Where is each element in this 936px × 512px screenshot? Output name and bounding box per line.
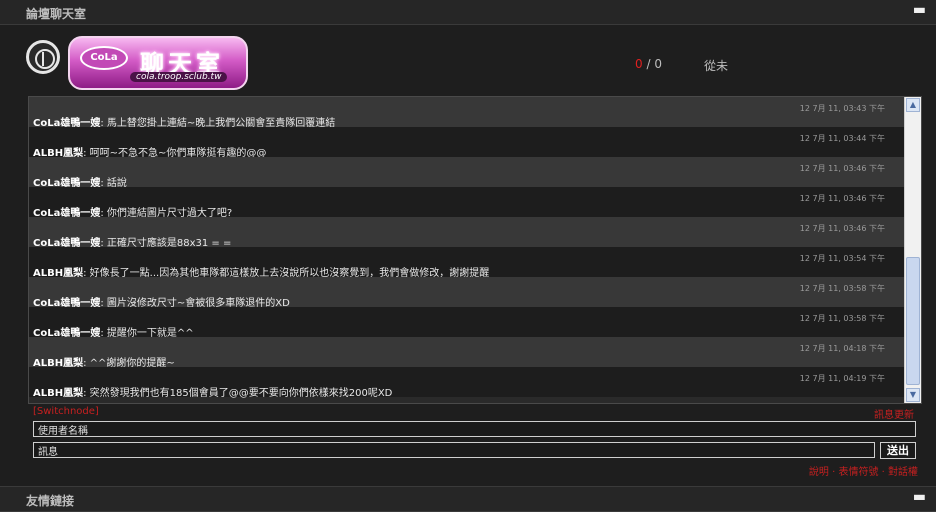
chat-footer-links: 說明 · 表情符號 · 對話權 bbox=[809, 463, 918, 478]
message-timestamp: 12 7月 11, 03:58 下午 bbox=[799, 314, 885, 323]
username-input[interactable] bbox=[33, 421, 916, 437]
permissions-link[interactable]: 對話權 bbox=[888, 467, 918, 478]
chat-message-list[interactable]: 12 7月 11, 03:43 下午 CoLa雄鴨一嫂: 馬上替您掛上連結~晚上我… bbox=[28, 96, 922, 404]
chat-message: 12 7月 11, 04:19 下午 ALBH凰梨: 突然發現我們也有185個會員… bbox=[29, 367, 905, 399]
message-timestamp: 12 7月 11, 03:46 下午 bbox=[799, 164, 885, 173]
chat-message: 12 7月 11, 04:18 下午 ALBH凰梨: ^^謝謝你的提醒~ bbox=[29, 337, 905, 369]
message-timestamp: 12 7月 11, 03:44 下午 bbox=[799, 134, 885, 143]
message-timestamp: 12 7月 11, 03:46 下午 bbox=[799, 194, 885, 203]
counter-total: 0 bbox=[654, 57, 662, 71]
message-timestamp: 12 7月 11, 03:58 下午 bbox=[799, 284, 885, 293]
counter-separator: / bbox=[646, 57, 651, 71]
troop-emblem-icon bbox=[26, 40, 60, 74]
scroll-thumb[interactable] bbox=[906, 257, 920, 385]
message-update-link[interactable]: 訊息更新 bbox=[874, 406, 914, 421]
chat-panel-header: 論壇聊天室 ▬ bbox=[0, 0, 936, 25]
chat-panel-title: 論壇聊天室 bbox=[26, 7, 87, 21]
chat-logo: CoLa 聊天室 cola.troop.sclub.tw bbox=[24, 36, 254, 90]
chat-scrollbar[interactable]: ▲ ▼ bbox=[904, 97, 921, 403]
message-timestamp: 12 7月 11, 04:19 下午 bbox=[799, 374, 885, 383]
message-timestamp: 12 7月 11, 03:46 下午 bbox=[799, 224, 885, 233]
links-panel-header: 友情鏈接 ▬ bbox=[0, 486, 936, 512]
help-link[interactable]: 說明 bbox=[809, 467, 829, 478]
send-button[interactable]: 送出 bbox=[880, 442, 916, 459]
scroll-down-icon[interactable]: ▼ bbox=[906, 388, 920, 402]
message-input[interactable] bbox=[33, 442, 875, 458]
message-line: ALBH凰梨: 突然發現我們也有185個會員了@@要不要向你們依樣來找200呢X… bbox=[33, 384, 392, 399]
chatroom-banner: CoLa 聊天室 cola.troop.sclub.tw bbox=[68, 36, 248, 90]
message-timestamp: 12 7月 11, 03:54 下午 bbox=[799, 254, 885, 263]
switchnode-label[interactable]: [Switchnode] bbox=[33, 406, 99, 417]
chat-message: 12 7月 11, 03:46 下午 CoLa雄鴨一嫂: 你們連結圖片尺寸過大了吧… bbox=[29, 187, 905, 219]
message-counter: 0 / 0 bbox=[635, 57, 662, 71]
links-panel-title: 友情鏈接 bbox=[26, 494, 75, 508]
cola-logo-text: CoLa bbox=[80, 46, 128, 70]
message-timestamp: 12 7月 11, 04:18 下午 bbox=[799, 344, 885, 353]
message-timestamp: 12 7月 11, 03:43 下午 bbox=[799, 104, 885, 113]
chat-message: 12 7月 11, 03:46 下午 CoLa雄鴨一嫂: 話說 bbox=[29, 157, 905, 189]
scroll-up-icon[interactable]: ▲ bbox=[906, 98, 920, 112]
collapse-icon[interactable]: ▬ bbox=[913, 489, 926, 505]
collapse-icon[interactable]: ▬ bbox=[913, 2, 926, 18]
chat-message: 12 7月 11, 03:58 下午 CoLa雄鴨一嫂: 提醒你一下就是^^ bbox=[29, 307, 905, 339]
link-separator: · bbox=[878, 467, 888, 478]
message-text: : 突然發現我們也有185個會員了@@要不要向你們依樣來找200呢XD bbox=[83, 388, 393, 399]
last-visit-label: 從未 bbox=[704, 59, 729, 73]
counter-current: 0 bbox=[635, 57, 643, 71]
chat-message: 12 7月 11, 03:44 下午 ALBH凰梨: 呵呵~不急不急~你們車隊挺有… bbox=[29, 127, 905, 159]
chat-message: 12 7月 11, 03:46 下午 CoLa雄鴨一嫂: 正確尺寸應該是88x31… bbox=[29, 217, 905, 249]
message-username[interactable]: ALBH凰梨 bbox=[33, 388, 83, 399]
emoticons-link[interactable]: 表情符號 bbox=[838, 467, 878, 478]
site-url: cola.troop.sclub.tw bbox=[130, 72, 228, 82]
chat-message: 12 7月 11, 03:54 下午 ALBH凰梨: 好像長了一點...因為其他車… bbox=[29, 247, 905, 279]
chat-message: 12 7月 11, 03:43 下午 CoLa雄鴨一嫂: 馬上替您掛上連結~晚上我… bbox=[29, 97, 905, 129]
chat-message: 12 7月 11, 03:58 下午 CoLa雄鴨一嫂: 圖片沒修改尺寸~會被很多… bbox=[29, 277, 905, 309]
